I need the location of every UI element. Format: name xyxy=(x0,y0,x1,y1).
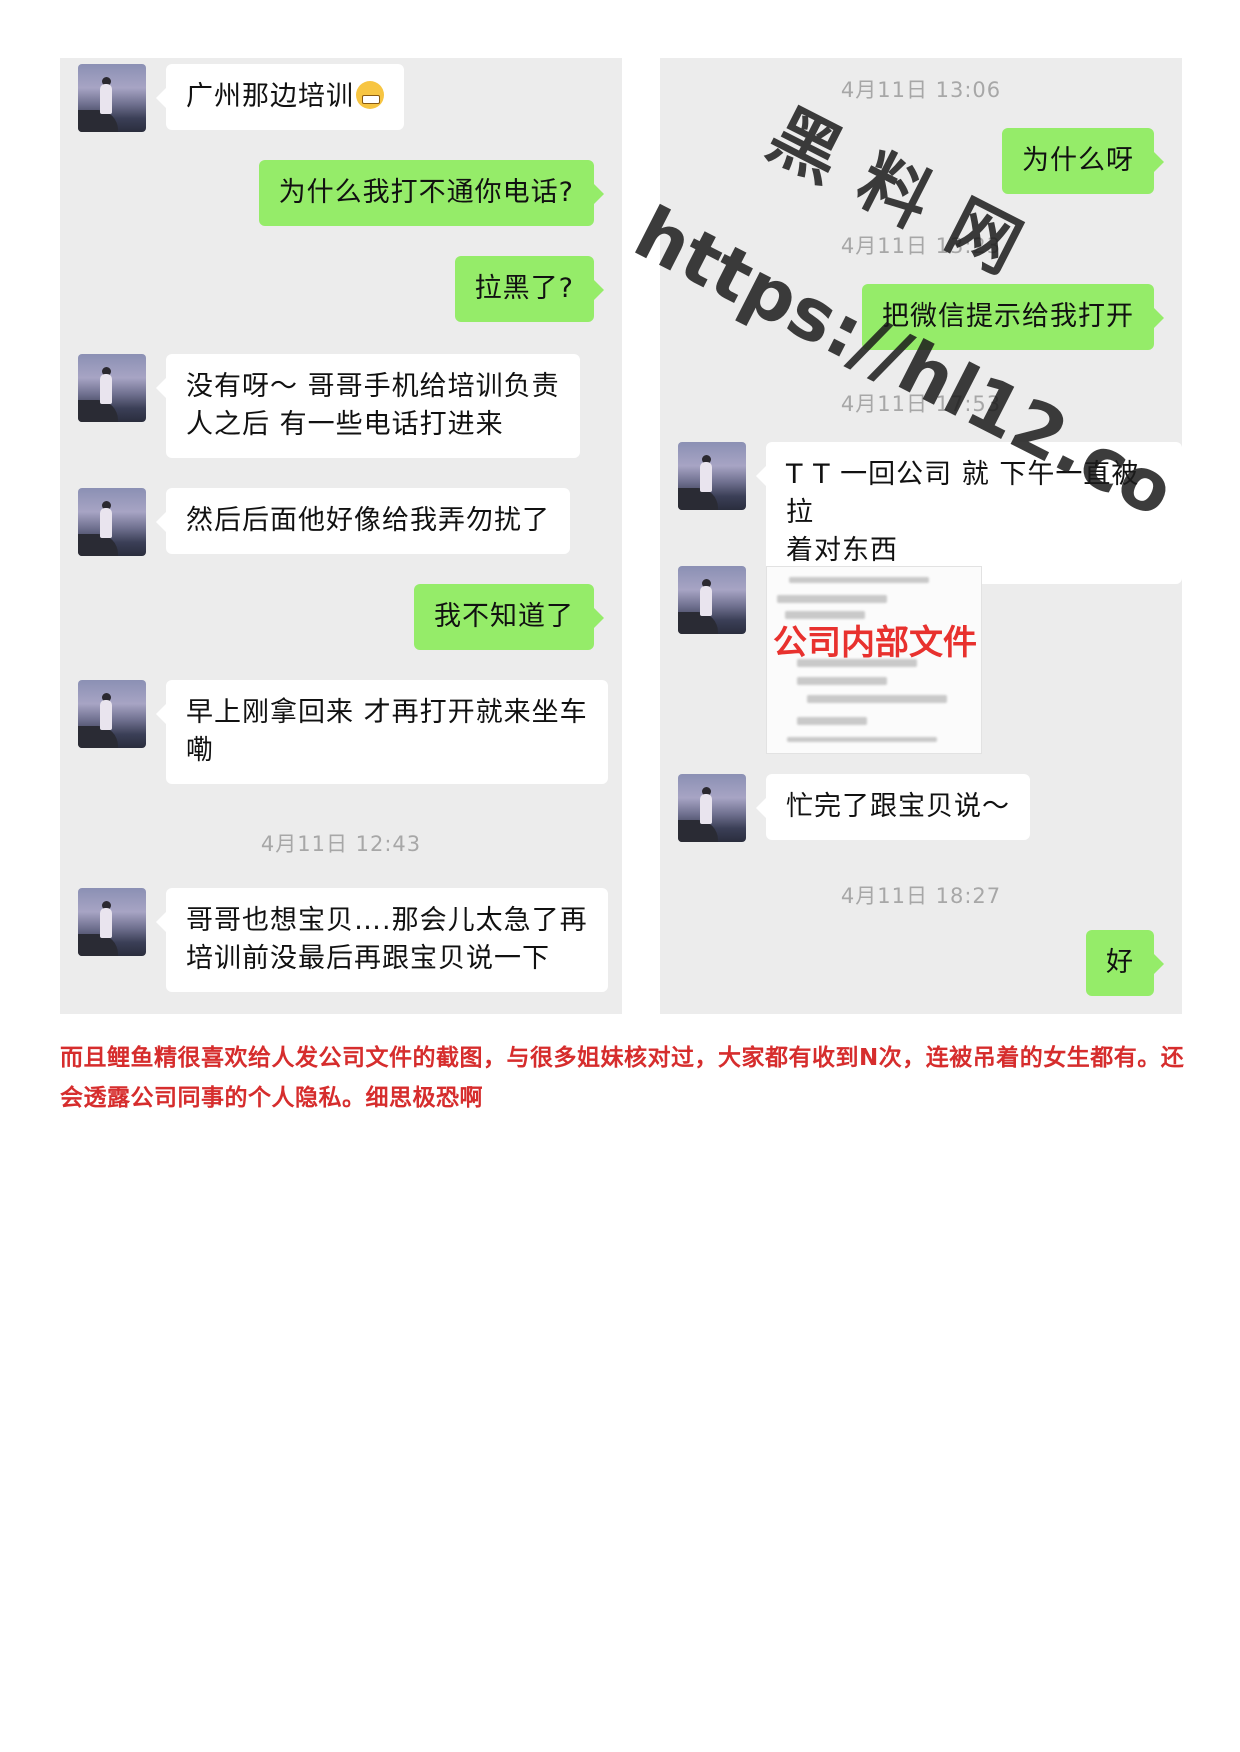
outgoing-message: 为什么呀 xyxy=(1002,128,1164,194)
left-chat-screenshot: 广州那边培训 为什么我打不通你电话? 拉黑了? 没有呀～ 哥哥手机给培训负责 人… xyxy=(60,58,622,1014)
avatar[interactable] xyxy=(78,64,146,132)
avatar[interactable] xyxy=(678,566,746,634)
avatar[interactable] xyxy=(78,488,146,556)
message-bubble[interactable]: 拉黑了? xyxy=(454,256,605,322)
outgoing-message: 好 xyxy=(1086,930,1164,996)
incoming-message: 然后后面他好像给我弄勿扰了 xyxy=(78,488,570,556)
timestamp: 4月11日 13:23 xyxy=(840,234,1002,258)
message-bubble[interactable]: 把微信提示给我打开 xyxy=(862,284,1164,350)
message-bubble[interactable]: 忙完了跟宝贝说～ xyxy=(756,774,1030,840)
message-bubble[interactable]: 然后后面他好像给我弄勿扰了 xyxy=(156,488,570,554)
outgoing-message: 把微信提示给我打开 xyxy=(862,284,1164,350)
timestamp: 4月11日 12:43 xyxy=(260,832,422,856)
grimacing-face-icon xyxy=(356,81,384,109)
avatar[interactable] xyxy=(678,442,746,510)
timestamp: 4月11日 18:27 xyxy=(840,884,1002,908)
message-bubble[interactable]: 广州那边培训 xyxy=(156,64,404,130)
incoming-message: 早上刚拿回来 才再打开就来坐车 嘞 xyxy=(78,680,608,784)
avatar[interactable] xyxy=(78,680,146,748)
message-bubble[interactable]: 哥哥也想宝贝….那会儿太急了再 培训前没最后再跟宝贝说一下 xyxy=(156,888,608,992)
document-image[interactable]: 公司内部文件 xyxy=(766,566,982,754)
message-bubble[interactable]: 没有呀～ 哥哥手机给培训负责 人之后 有一些电话打进来 xyxy=(156,354,580,458)
avatar[interactable] xyxy=(678,774,746,842)
document-label: 公司内部文件 xyxy=(773,623,977,663)
outgoing-message: 为什么我打不通你电话? xyxy=(258,160,605,226)
message-bubble[interactable]: 早上刚拿回来 才再打开就来坐车 嘞 xyxy=(156,680,608,784)
incoming-message: 哥哥也想宝贝….那会儿太急了再 培训前没最后再跟宝贝说一下 xyxy=(78,888,608,992)
incoming-message: 广州那边培训 xyxy=(78,64,404,132)
timestamp: 4月11日 17:53 xyxy=(840,392,1002,416)
message-bubble[interactable]: 为什么我打不通你电话? xyxy=(258,160,605,226)
message-bubble[interactable]: T T 一回公司 就 下午一直被拉 着对东西 xyxy=(756,442,1182,584)
incoming-message: T T 一回公司 就 下午一直被拉 着对东西 xyxy=(678,442,1182,584)
message-bubble[interactable]: 好 xyxy=(1086,930,1164,996)
incoming-message: 忙完了跟宝贝说～ xyxy=(678,774,1030,842)
incoming-image-message: 公司内部文件 xyxy=(678,566,982,754)
message-bubble[interactable]: 为什么呀 xyxy=(1002,128,1164,194)
outgoing-message: 拉黑了? xyxy=(454,256,605,322)
avatar[interactable] xyxy=(78,888,146,956)
incoming-message: 没有呀～ 哥哥手机给培训负责 人之后 有一些电话打进来 xyxy=(78,354,580,458)
timestamp: 4月11日 13:06 xyxy=(840,78,1002,102)
caption-text: 而且鲤鱼精很喜欢给人发公司文件的截图，与很多姐妹核对过，大家都有收到N次，连被吊… xyxy=(60,1045,1185,1111)
right-chat-screenshot: 4月11日 13:06 为什么呀 4月11日 13:23 把微信提示给我打开 4… xyxy=(660,58,1182,1014)
outgoing-message: 我不知道了 xyxy=(414,584,604,650)
avatar[interactable] xyxy=(78,354,146,422)
message-bubble[interactable]: 我不知道了 xyxy=(414,584,604,650)
